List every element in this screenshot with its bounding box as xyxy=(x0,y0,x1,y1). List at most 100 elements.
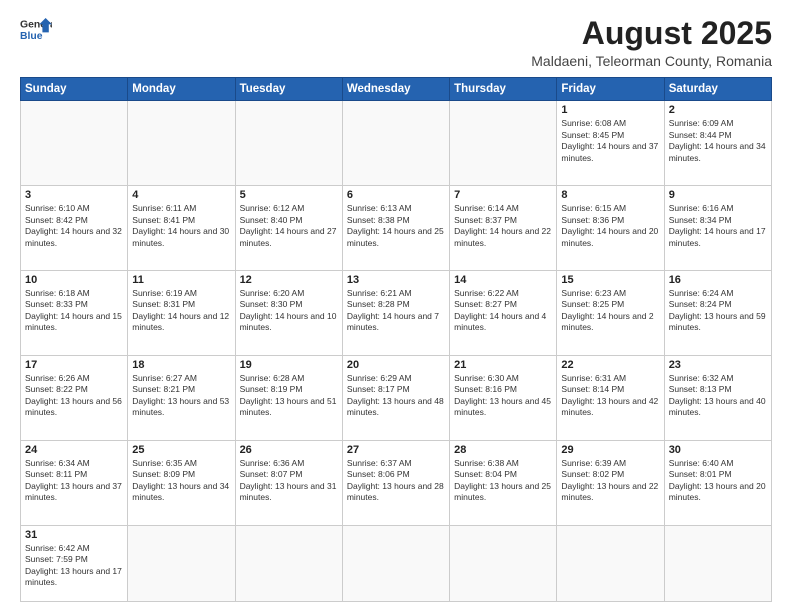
calendar-cell: 25 Sunrise: 6:35 AMSunset: 8:09 PMDayligh… xyxy=(128,440,235,525)
day-info: Sunrise: 6:40 AMSunset: 8:01 PMDaylight:… xyxy=(669,458,767,504)
day-number: 30 xyxy=(669,444,767,456)
calendar-cell xyxy=(450,101,557,186)
day-info: Sunrise: 6:13 AMSunset: 8:38 PMDaylight:… xyxy=(347,203,445,249)
calendar-cell: 24 Sunrise: 6:34 AMSunset: 8:11 PMDayligh… xyxy=(21,440,128,525)
calendar-cell: 17 Sunrise: 6:26 AMSunset: 8:22 PMDayligh… xyxy=(21,355,128,440)
calendar-week-2: 3Sunrise: 6:10 AMSunset: 8:42 PMDaylight… xyxy=(21,186,772,271)
day-info: Sunrise: 6:39 AMSunset: 8:02 PMDaylight:… xyxy=(561,458,659,504)
calendar-cell: 3Sunrise: 6:10 AMSunset: 8:42 PMDaylight… xyxy=(21,186,128,271)
day-info: Sunrise: 6:24 AMSunset: 8:24 PMDaylight:… xyxy=(669,288,767,334)
day-number: 6 xyxy=(347,189,445,201)
calendar-cell: 11 Sunrise: 6:19 AMSunset: 8:31 PMDayligh… xyxy=(128,271,235,356)
weekday-header-row: SundayMondayTuesdayWednesdayThursdayFrid… xyxy=(21,78,772,101)
calendar-cell: 2 Sunrise: 6:09 AMSunset: 8:44 PMDaylight… xyxy=(664,101,771,186)
calendar-cell: 7 Sunrise: 6:14 AMSunset: 8:37 PMDaylight… xyxy=(450,186,557,271)
day-number: 27 xyxy=(347,444,445,456)
calendar-cell: 20Sunrise: 6:29 AMSunset: 8:17 PMDayligh… xyxy=(342,355,449,440)
calendar-cell: 28 Sunrise: 6:38 AMSunset: 8:04 PMDayligh… xyxy=(450,440,557,525)
calendar-cell xyxy=(235,525,342,601)
generalblue-logo-icon: General Blue xyxy=(20,16,52,44)
calendar-cell: 30 Sunrise: 6:40 AMSunset: 8:01 PMDayligh… xyxy=(664,440,771,525)
calendar-cell: 29 Sunrise: 6:39 AMSunset: 8:02 PMDayligh… xyxy=(557,440,664,525)
calendar-cell: 6 Sunrise: 6:13 AMSunset: 8:38 PMDaylight… xyxy=(342,186,449,271)
day-number: 11 xyxy=(132,274,230,286)
calendar-cell: 1Sunrise: 6:08 AMSunset: 8:45 PMDaylight… xyxy=(557,101,664,186)
day-info: Sunrise: 6:27 AMSunset: 8:21 PMDaylight:… xyxy=(132,373,230,419)
calendar-cell xyxy=(664,525,771,601)
day-number: 8 xyxy=(561,189,659,201)
day-number: 10 xyxy=(25,274,123,286)
day-number: 26 xyxy=(240,444,338,456)
day-info: Sunrise: 6:20 AMSunset: 8:30 PMDaylight:… xyxy=(240,288,338,334)
weekday-header-friday: Friday xyxy=(557,78,664,101)
calendar-cell: 13 Sunrise: 6:21 AMSunset: 8:28 PMDayligh… xyxy=(342,271,449,356)
calendar-cell xyxy=(128,101,235,186)
calendar-cell: 22 Sunrise: 6:31 AMSunset: 8:14 PMDayligh… xyxy=(557,355,664,440)
day-info: Sunrise: 6:35 AMSunset: 8:09 PMDaylight:… xyxy=(132,458,230,504)
day-number: 28 xyxy=(454,444,552,456)
day-number: 1 xyxy=(561,104,659,116)
weekday-header-saturday: Saturday xyxy=(664,78,771,101)
weekday-header-thursday: Thursday xyxy=(450,78,557,101)
month-title: August 2025 xyxy=(531,16,772,51)
day-number: 29 xyxy=(561,444,659,456)
day-number: 24 xyxy=(25,444,123,456)
calendar-cell: 23Sunrise: 6:32 AMSunset: 8:13 PMDayligh… xyxy=(664,355,771,440)
day-number: 23 xyxy=(669,359,767,371)
day-number: 31 xyxy=(25,529,123,541)
svg-text:Blue: Blue xyxy=(20,31,43,42)
day-info: Sunrise: 6:10 AMSunset: 8:42 PMDaylight:… xyxy=(25,203,123,249)
day-info: Sunrise: 6:15 AMSunset: 8:36 PMDaylight:… xyxy=(561,203,659,249)
day-info: Sunrise: 6:31 AMSunset: 8:14 PMDaylight:… xyxy=(561,373,659,419)
calendar-cell xyxy=(235,101,342,186)
day-info: Sunrise: 6:12 AMSunset: 8:40 PMDaylight:… xyxy=(240,203,338,249)
calendar-cell xyxy=(342,101,449,186)
day-info: Sunrise: 6:30 AMSunset: 8:16 PMDaylight:… xyxy=(454,373,552,419)
day-info: Sunrise: 6:36 AMSunset: 8:07 PMDaylight:… xyxy=(240,458,338,504)
calendar-cell: 21 Sunrise: 6:30 AMSunset: 8:16 PMDayligh… xyxy=(450,355,557,440)
calendar-cell: 15Sunrise: 6:23 AMSunset: 8:25 PMDayligh… xyxy=(557,271,664,356)
day-number: 9 xyxy=(669,189,767,201)
day-number: 4 xyxy=(132,189,230,201)
calendar-cell: 8 Sunrise: 6:15 AMSunset: 8:36 PMDaylight… xyxy=(557,186,664,271)
calendar-week-4: 17 Sunrise: 6:26 AMSunset: 8:22 PMDayligh… xyxy=(21,355,772,440)
day-info: Sunrise: 6:26 AMSunset: 8:22 PMDaylight:… xyxy=(25,373,123,419)
day-number: 22 xyxy=(561,359,659,371)
day-info: Sunrise: 6:37 AMSunset: 8:06 PMDaylight:… xyxy=(347,458,445,504)
title-area: August 2025 Maldaeni, Teleorman County, … xyxy=(531,16,772,69)
calendar-cell: 19Sunrise: 6:28 AMSunset: 8:19 PMDayligh… xyxy=(235,355,342,440)
day-info: Sunrise: 6:11 AMSunset: 8:41 PMDaylight:… xyxy=(132,203,230,249)
calendar-cell xyxy=(557,525,664,601)
day-number: 2 xyxy=(669,104,767,116)
day-info: Sunrise: 6:21 AMSunset: 8:28 PMDaylight:… xyxy=(347,288,445,334)
day-info: Sunrise: 6:28 AMSunset: 8:19 PMDaylight:… xyxy=(240,373,338,419)
day-info: Sunrise: 6:18 AMSunset: 8:33 PMDaylight:… xyxy=(25,288,123,334)
day-info: Sunrise: 6:14 AMSunset: 8:37 PMDaylight:… xyxy=(454,203,552,249)
day-number: 21 xyxy=(454,359,552,371)
day-number: 7 xyxy=(454,189,552,201)
day-number: 17 xyxy=(25,359,123,371)
location-subtitle: Maldaeni, Teleorman County, Romania xyxy=(531,53,772,69)
calendar-cell: 16 Sunrise: 6:24 AMSunset: 8:24 PMDayligh… xyxy=(664,271,771,356)
day-info: Sunrise: 6:19 AMSunset: 8:31 PMDaylight:… xyxy=(132,288,230,334)
calendar-cell xyxy=(128,525,235,601)
weekday-header-wednesday: Wednesday xyxy=(342,78,449,101)
logo: General Blue xyxy=(20,16,52,44)
day-number: 25 xyxy=(132,444,230,456)
weekday-header-sunday: Sunday xyxy=(21,78,128,101)
day-info: Sunrise: 6:38 AMSunset: 8:04 PMDaylight:… xyxy=(454,458,552,504)
day-info: Sunrise: 6:16 AMSunset: 8:34 PMDaylight:… xyxy=(669,203,767,249)
weekday-header-monday: Monday xyxy=(128,78,235,101)
day-info: Sunrise: 6:34 AMSunset: 8:11 PMDaylight:… xyxy=(25,458,123,504)
calendar-week-1: 1Sunrise: 6:08 AMSunset: 8:45 PMDaylight… xyxy=(21,101,772,186)
day-number: 20 xyxy=(347,359,445,371)
page: General Blue August 2025 Maldaeni, Teleo… xyxy=(0,0,792,612)
day-number: 13 xyxy=(347,274,445,286)
calendar-week-3: 10 Sunrise: 6:18 AMSunset: 8:33 PMDayligh… xyxy=(21,271,772,356)
day-info: Sunrise: 6:09 AMSunset: 8:44 PMDaylight:… xyxy=(669,118,767,164)
weekday-header-tuesday: Tuesday xyxy=(235,78,342,101)
calendar-cell xyxy=(450,525,557,601)
calendar-cell: 5Sunrise: 6:12 AMSunset: 8:40 PMDaylight… xyxy=(235,186,342,271)
day-number: 16 xyxy=(669,274,767,286)
calendar-cell: 4 Sunrise: 6:11 AMSunset: 8:41 PMDaylight… xyxy=(128,186,235,271)
